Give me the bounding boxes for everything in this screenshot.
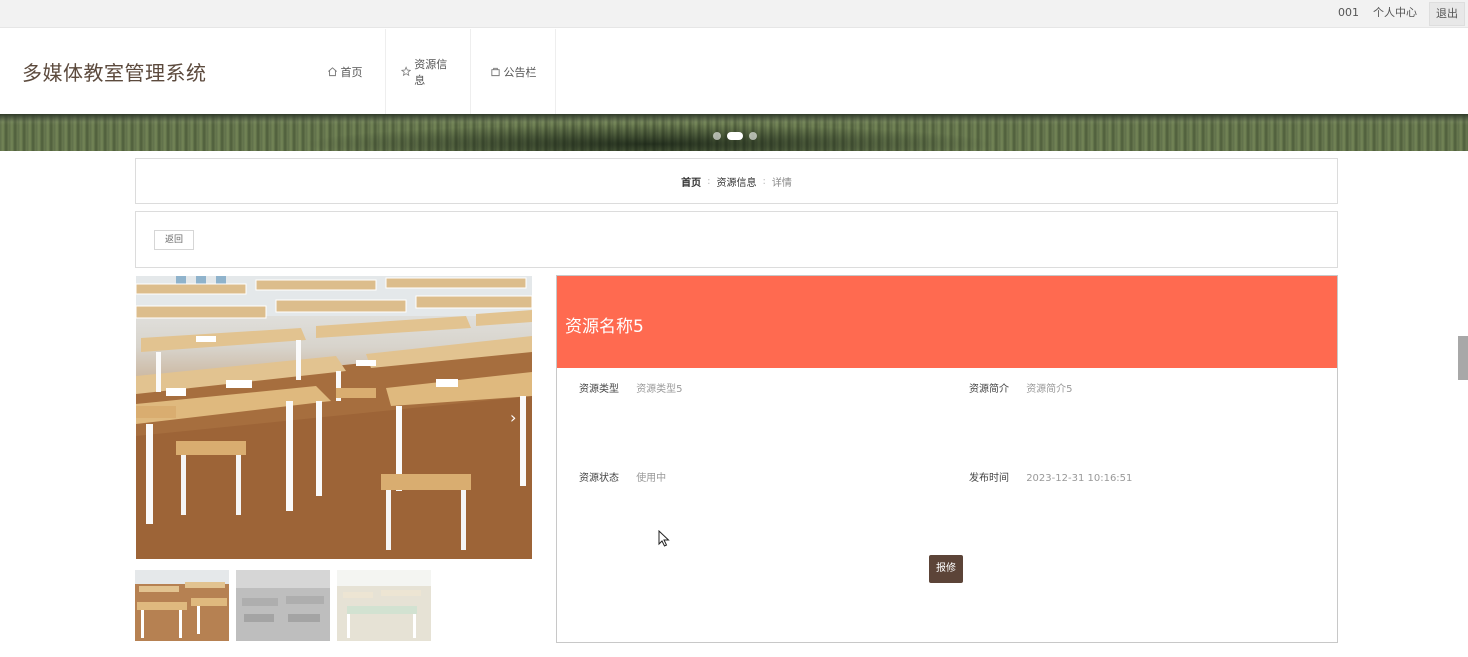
banner-shadow — [300, 124, 1000, 151]
username: 001 — [1338, 6, 1359, 19]
breadcrumb-home[interactable]: 首页 — [681, 174, 701, 189]
breadcrumb-separator: : — [762, 175, 766, 187]
field-resource-type: 资源类型 资源类型5 — [579, 380, 683, 395]
resource-main-image — [136, 276, 532, 559]
field-label: 发布时间 — [969, 473, 1009, 484]
top-bar: 001 个人中心 退出 — [0, 0, 1468, 28]
breadcrumb-section[interactable]: 资源信息 — [717, 174, 757, 189]
thumbnail-1[interactable] — [135, 570, 229, 641]
breadcrumb-separator: : — [707, 175, 711, 187]
carousel-dot-3[interactable] — [749, 132, 757, 140]
banner-top-shade — [0, 114, 1468, 122]
personal-center-link[interactable]: 个人中心 — [1373, 0, 1417, 28]
back-bar: 返回 — [135, 211, 1338, 268]
nav-label-resources: 资源信息 — [414, 57, 448, 87]
nav-item-home[interactable]: 首页 — [304, 29, 386, 114]
thumbnail-2[interactable] — [236, 570, 330, 641]
breadcrumb-current: 详情 — [771, 177, 792, 189]
field-publish-time: 发布时间 2023-12-31 10:16:51 — [969, 469, 1132, 484]
field-value: 资源简介5 — [1026, 384, 1073, 395]
home-icon — [327, 67, 337, 77]
page-scrollbar[interactable] — [1458, 336, 1468, 380]
next-image-arrow[interactable]: › — [510, 408, 516, 427]
carousel-dots — [713, 132, 757, 140]
field-value: 2023-12-31 10:16:51 — [1026, 473, 1133, 484]
thumbnail-image-3 — [337, 570, 431, 641]
back-button[interactable]: 返回 — [154, 230, 194, 250]
thumbnail-3[interactable] — [337, 570, 431, 641]
site-logo[interactable]: 多媒体教室管理系统 — [22, 57, 207, 86]
classroom-illustration — [136, 276, 532, 559]
bag-icon — [490, 67, 500, 77]
nav-item-notice[interactable]: 公告栏 — [471, 29, 556, 114]
header: 多媒体教室管理系统 首页 资源信息 公告栏 — [0, 29, 1468, 114]
repair-button[interactable]: 报修 — [929, 555, 963, 583]
field-value: 使用中 — [636, 473, 667, 484]
field-label: 资源简介 — [969, 384, 1009, 395]
carousel-dot-1[interactable] — [713, 132, 721, 140]
detail-header: 资源名称5 — [557, 276, 1337, 368]
logout-button[interactable]: 退出 — [1429, 2, 1465, 26]
field-label: 资源类型 — [579, 384, 619, 395]
nav-label-home: 首页 — [340, 65, 363, 79]
thumbnail-image-1 — [135, 570, 229, 641]
banner-carousel — [0, 114, 1468, 151]
thumbnail-image-2 — [236, 570, 330, 641]
main-nav: 首页 资源信息 公告栏 — [304, 29, 556, 114]
nav-item-resources[interactable]: 资源信息 — [386, 29, 471, 114]
resource-title: 资源名称5 — [565, 317, 644, 337]
carousel-dot-2[interactable] — [727, 132, 743, 140]
star-icon — [401, 66, 412, 77]
breadcrumb: 首页 : 资源信息 : 详情 — [135, 158, 1338, 204]
field-label: 资源状态 — [579, 473, 619, 484]
field-resource-status: 资源状态 使用中 — [579, 469, 666, 484]
mouse-cursor-icon — [658, 530, 670, 547]
resource-detail-card: 资源名称5 资源类型 资源类型5 资源简介 资源简介5 资源状态 使用中 发布时… — [556, 275, 1338, 643]
nav-label-notice: 公告栏 — [503, 65, 537, 79]
field-value: 资源类型5 — [636, 384, 683, 395]
field-resource-intro: 资源简介 资源简介5 — [969, 380, 1073, 395]
